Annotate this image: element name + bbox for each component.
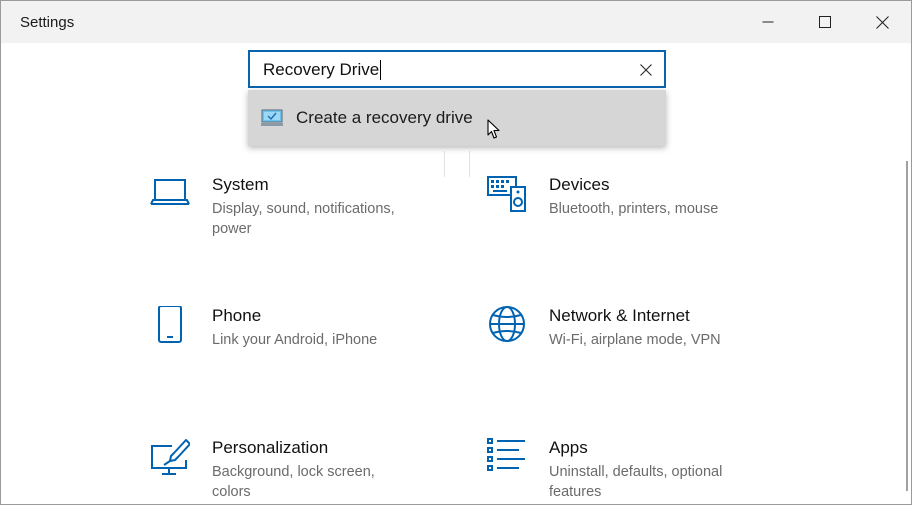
category-description: Bluetooth, printers, mouse bbox=[549, 201, 719, 217]
search-input[interactable] bbox=[263, 59, 623, 81]
divider bbox=[469, 151, 470, 177]
settings-window: Settings Recovery Drive Create a recover… bbox=[0, 0, 912, 505]
category-title: Apps bbox=[549, 438, 588, 457]
scrollbar[interactable] bbox=[906, 161, 908, 491]
close-icon bbox=[875, 15, 889, 29]
category-description: Uninstall, defaults, optional features bbox=[549, 464, 723, 500]
minimize-button[interactable] bbox=[745, 1, 791, 43]
category-title: System bbox=[212, 175, 269, 194]
paint-brush-icon bbox=[151, 439, 190, 475]
text-caret bbox=[380, 60, 381, 80]
window-title: Settings bbox=[20, 14, 75, 31]
category-title: Phone bbox=[212, 306, 262, 325]
divider bbox=[444, 151, 445, 177]
close-button[interactable] bbox=[859, 1, 905, 43]
category-title: Devices bbox=[549, 175, 610, 194]
category-description: Display, sound, notifications, power bbox=[212, 201, 395, 237]
keyboard-speaker-icon bbox=[487, 176, 526, 212]
globe-icon bbox=[489, 306, 525, 342]
category-description: Background, lock screen, colors bbox=[212, 464, 375, 500]
apps-list-icon bbox=[487, 438, 525, 471]
category-title: Network & Internet bbox=[549, 306, 690, 325]
laptop-icon bbox=[150, 179, 190, 205]
maximize-icon bbox=[819, 16, 831, 28]
category-description: Link your Android, iPhone bbox=[212, 332, 378, 348]
search-suggestions: Create a recovery drive bbox=[248, 90, 666, 146]
minimize-icon bbox=[762, 21, 774, 23]
suggestion-label: Create a recovery drive bbox=[296, 108, 473, 127]
category-description: Wi-Fi, airplane mode, VPN bbox=[549, 332, 721, 348]
maximize-button[interactable] bbox=[802, 1, 848, 43]
search-box[interactable] bbox=[248, 50, 666, 88]
clear-search-button[interactable] bbox=[636, 60, 656, 80]
suggestion-create-recovery-drive[interactable]: Create a recovery drive bbox=[248, 90, 666, 146]
category-title: Personalization bbox=[212, 438, 329, 457]
mouse-cursor-icon bbox=[487, 119, 500, 139]
recovery-drive-icon bbox=[261, 109, 283, 126]
phone-icon bbox=[158, 306, 182, 343]
clear-icon bbox=[640, 64, 652, 76]
title-bar[interactable]: Settings bbox=[1, 1, 911, 43]
